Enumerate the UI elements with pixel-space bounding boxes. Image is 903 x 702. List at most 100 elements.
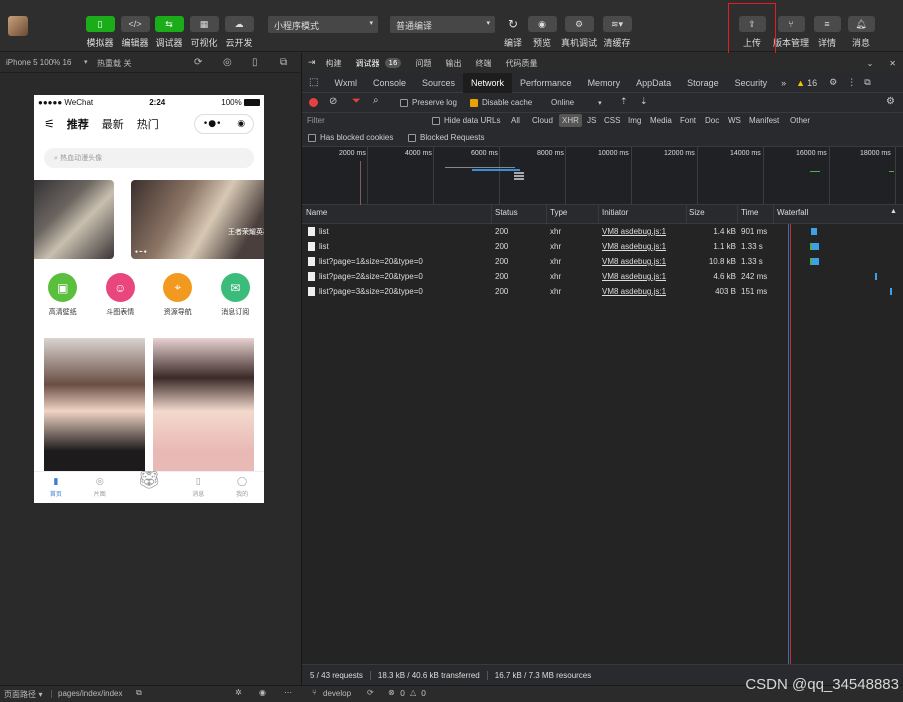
disable-cache-checkbox[interactable]: Disable cache [470, 98, 532, 107]
col-time[interactable]: Time [741, 208, 758, 217]
tab-issues[interactable]: 问题 [415, 58, 431, 69]
tabbar-center[interactable]: 🐯︎ [138, 470, 161, 491]
table-row[interactable]: list?page=3&size=20&type=0 200 xhr VM8 a… [302, 284, 903, 299]
tabbar-home[interactable]: ▮ 首页 [50, 477, 62, 498]
filter-other[interactable]: Other [790, 116, 810, 125]
copy-icon[interactable]: ⧉ [136, 688, 142, 698]
gear-icon[interactable]: ⚙ [886, 96, 895, 107]
tab-recommend[interactable]: 推荐 [67, 116, 89, 132]
debugger-button[interactable]: ⇆ 调试器 [149, 16, 189, 49]
tab-hot[interactable]: 热门 [137, 116, 159, 132]
filter-ws[interactable]: WS [728, 116, 741, 125]
git-branch[interactable]: develop [323, 689, 351, 698]
clear-icon[interactable]: ⊘ [329, 96, 337, 107]
banner-main[interactable]: 王者荣耀英雄 ● ━ ● [131, 180, 264, 259]
rotate-icon[interactable]: ⟳ [194, 57, 202, 68]
tab-latest[interactable]: 最新 [102, 116, 124, 132]
device-debug-button[interactable]: ⚙ 真机调试 [559, 16, 599, 49]
filter-manifest[interactable]: Manifest [749, 116, 779, 125]
request-initiator[interactable]: VM8 asdebug.js:1 [602, 272, 666, 281]
tab-memory[interactable]: Memory [580, 73, 629, 93]
hide-data-urls-checkbox[interactable]: Hide data URLs [432, 116, 500, 125]
tab-storage[interactable]: Storage [679, 73, 727, 93]
hot-reload-select[interactable]: 热重载 关 [97, 58, 132, 69]
record-icon[interactable] [309, 98, 318, 107]
tab-output[interactable]: 输出 [445, 58, 461, 69]
category-subscribe[interactable]: ✉ 消息订阅 [210, 273, 260, 317]
cloud-button[interactable]: ☁ 云开发 [219, 16, 259, 49]
filter-all[interactable]: All [511, 116, 520, 125]
blocked-requests-checkbox[interactable]: Blocked Requests [408, 133, 484, 142]
details-button[interactable]: ≡ 详情 [808, 16, 846, 49]
more-icon[interactable]: ⋯ [284, 688, 292, 697]
search-input[interactable]: ⌕ 热血动漫头像 [44, 148, 254, 168]
category-wallpaper[interactable]: ▣ 高清壁纸 [38, 273, 88, 317]
tab-network[interactable]: Network [463, 72, 513, 93]
col-type[interactable]: Type [550, 208, 567, 217]
request-initiator[interactable]: VM8 asdebug.js:1 [602, 242, 666, 251]
filter-js[interactable]: JS [587, 116, 596, 125]
bug-icon[interactable]: ✲ [235, 688, 242, 697]
filter-input[interactable]: Filter [307, 116, 422, 125]
col-waterfall[interactable]: Waterfall [777, 208, 808, 217]
photo-card-2[interactable] [153, 338, 254, 471]
mode-select[interactable]: 小程序模式 ▾ [268, 16, 378, 33]
request-initiator[interactable]: VM8 asdebug.js:1 [602, 257, 666, 266]
device-select[interactable]: iPhone 5 100% 16 [6, 58, 71, 67]
close-icon[interactable]: ✕ [889, 59, 896, 68]
filter-img[interactable]: Img [628, 116, 641, 125]
category-stickers[interactable]: ☺ 斗图表情 [95, 273, 145, 317]
tab-build[interactable]: 构建 [326, 58, 342, 69]
visual-button[interactable]: ▦ 可视化 [184, 16, 224, 49]
tab-appdata[interactable]: AppData [628, 73, 679, 93]
filter-css[interactable]: CSS [604, 116, 620, 125]
filter-xhr[interactable]: XHR [559, 114, 582, 127]
version-button[interactable]: ⑂ 版本管理 [772, 16, 810, 49]
tab-sources[interactable]: Sources [414, 73, 463, 93]
has-blocked-cookies-checkbox[interactable]: Has blocked cookies [308, 133, 393, 142]
tab-code-quality[interactable]: 代码质量 [505, 58, 537, 69]
banner-left[interactable] [34, 180, 114, 259]
filter-icon[interactable]: ⚟ [44, 117, 55, 131]
popout-icon[interactable]: ⧉ [280, 57, 287, 68]
preview-button[interactable]: ◉ 预览 [522, 16, 562, 49]
col-initiator[interactable]: Initiator [602, 208, 628, 217]
filter-media[interactable]: Media [650, 116, 672, 125]
network-overview-timeline[interactable]: 2000 ms 4000 ms 6000 ms 8000 ms 10000 ms… [302, 147, 903, 205]
search-icon[interactable]: ⌕ [373, 95, 379, 106]
filter-cloud[interactable]: Cloud [532, 116, 553, 125]
messages-button[interactable]: 🔔︎ 消息 [842, 16, 880, 49]
inspect-icon[interactable]: ⬚ [309, 77, 318, 88]
phone-icon[interactable]: ▯ [252, 57, 258, 68]
warning-count[interactable]: 0 [421, 689, 426, 698]
throttle-select[interactable]: Online ▾ [551, 98, 602, 107]
capsule-button[interactable]: •●• ◉ [194, 114, 254, 134]
filter-doc[interactable]: Doc [705, 116, 719, 125]
page-path-select[interactable]: 页面路径 ▾ [4, 689, 43, 700]
tabbar-messages[interactable]: ▯ 消息 [192, 477, 204, 498]
simulator-button[interactable]: ▯ 模拟器 [80, 16, 120, 49]
sync-icon[interactable]: ⟳ [367, 688, 374, 697]
col-status[interactable]: Status [495, 208, 518, 217]
tab-wxml[interactable]: Wxml [326, 73, 365, 93]
tab-console[interactable]: Console [365, 73, 414, 93]
table-row[interactable]: list 200 xhr VM8 asdebug.js:1 1.1 kB 1.3… [302, 239, 903, 254]
photo-card-1[interactable] [44, 338, 145, 471]
filter-icon[interactable]: ⏷ [352, 95, 361, 108]
clear-cache-button[interactable]: ≋▾ 清缓存 [597, 16, 637, 49]
request-initiator[interactable]: VM8 asdebug.js:1 [602, 227, 666, 236]
tab-security[interactable]: Security [727, 73, 776, 93]
table-row[interactable]: list?page=2&size=20&type=0 200 xhr VM8 a… [302, 269, 903, 284]
compile-select[interactable]: 普通编译 ▾ [390, 16, 495, 33]
popout-icon[interactable]: ⧉ [864, 77, 870, 88]
tab-performance[interactable]: Performance [512, 73, 580, 93]
sort-ascending-icon[interactable]: ▲ [890, 208, 897, 215]
avatar[interactable] [8, 16, 28, 36]
more-tabs-icon[interactable]: » [781, 78, 786, 88]
preserve-log-checkbox[interactable]: Preserve log [400, 98, 457, 107]
kebab-menu-icon[interactable]: ⋮ [847, 77, 856, 88]
tabbar-pictures[interactable]: ◎ 片图 [94, 477, 106, 498]
col-name[interactable]: Name [306, 208, 327, 217]
tab-debugger[interactable]: 调试器 [356, 58, 380, 69]
eye-icon[interactable]: ◉ [259, 688, 266, 697]
